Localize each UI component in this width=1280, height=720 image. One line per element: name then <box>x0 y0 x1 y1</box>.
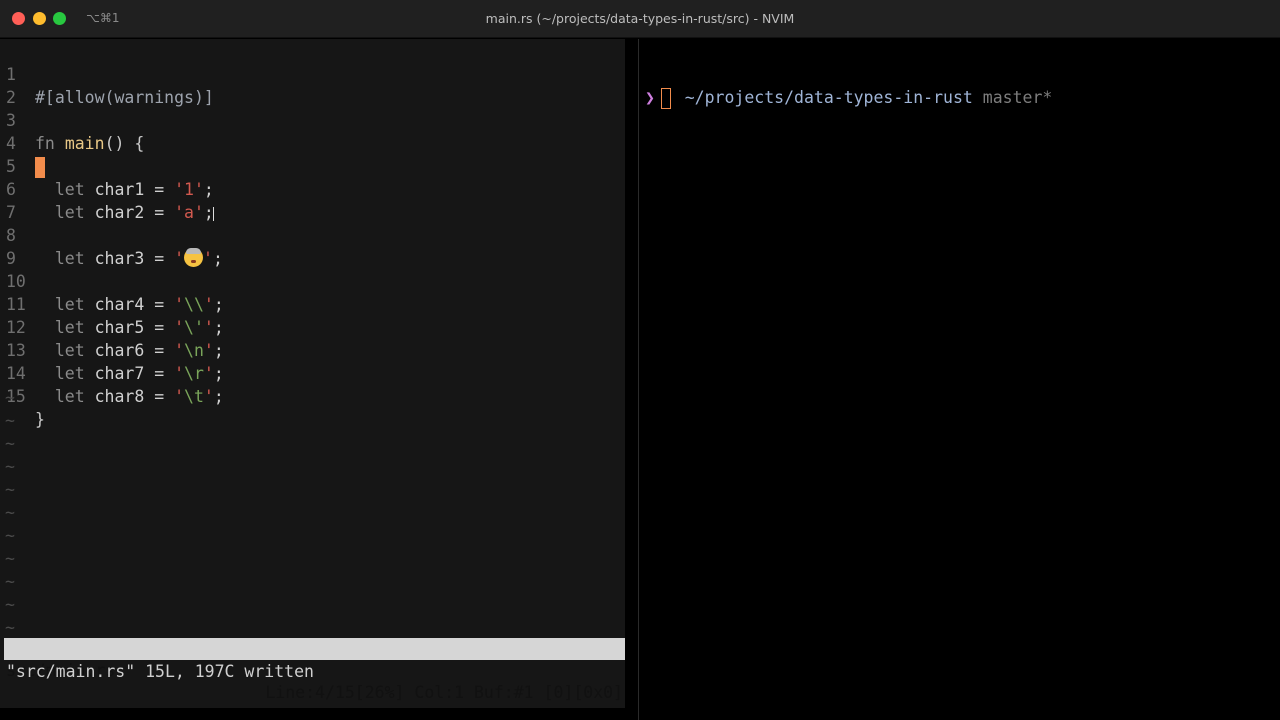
editor-pane[interactable]: 1 #[allow(warnings)] 2 3 fn main() { 4 5… <box>0 39 625 708</box>
mouse-ibeam-cursor-icon <box>211 207 217 221</box>
empty-line-tilde: ~ <box>5 480 15 499</box>
code-line[interactable]: 15 } <box>0 362 625 429</box>
empty-line-tilde: ~ <box>5 526 15 545</box>
status-position: Line:4/15[26%] Col:1 Buf:#1 [0][0x0] <box>265 683 623 702</box>
code-text: } <box>35 410 45 429</box>
code-line[interactable]: 14 let char8 = '\t'; <box>0 339 625 406</box>
code-line[interactable]: 5 let char1 = '1'; <box>0 132 625 199</box>
code-line[interactable]: 12 let char6 = '\n'; <box>0 293 625 360</box>
code-line[interactable]: 10 let char4 = '\\'; <box>0 247 625 314</box>
window-title: main.rs (~/projects/data-types-in-rust/s… <box>485 11 795 26</box>
empty-line-tilde: ~ <box>5 572 15 591</box>
git-branch: master* <box>982 88 1053 107</box>
empty-line-tilde: ~ <box>5 388 15 407</box>
code-line[interactable]: 2 <box>0 63 625 107</box>
code-line[interactable]: 6 let char2 = 'a'; <box>0 155 625 222</box>
vim-command-line[interactable]: "src/main.rs" 15L, 197C written <box>6 661 314 683</box>
terminal-input-line[interactable]: ❯ <box>645 86 671 109</box>
code-line[interactable]: 1 #[allow(warnings)] <box>0 40 625 107</box>
empty-line-tilde: ~ <box>5 595 15 614</box>
empty-line-tilde: ~ <box>5 411 15 430</box>
empty-line-tilde: ~ <box>5 434 15 453</box>
empty-line-tilde: ~ <box>5 457 15 476</box>
terminal-prompt-info: ~/projects/data-types-in-rust master* <box>645 63 1053 132</box>
terminal-cursor <box>660 88 671 109</box>
empty-line-tilde: ~ <box>5 503 15 522</box>
code-line[interactable]: 4 <box>0 109 625 178</box>
code-line[interactable]: 13 let char7 = '\r'; <box>0 316 625 383</box>
terminal-pane[interactable]: ~/projects/data-types-in-rust master* ❯ <box>639 39 1280 720</box>
window-titlebar: ⌥⌘1 main.rs (~/projects/data-types-in-ru… <box>0 0 1280 38</box>
code-line[interactable]: 9 <box>0 224 625 268</box>
prompt-arrow-icon: ❯ <box>645 88 655 107</box>
empty-line-tilde: ~ <box>5 549 15 568</box>
code-line[interactable]: 3 fn main() { <box>0 86 625 153</box>
vim-statusline: src/main.rs Line:4/15[26%] Col:1 Buf:#1 … <box>4 638 625 702</box>
terminal-path: ~/projects/data-types-in-rust <box>684 88 973 107</box>
code-line[interactable]: 8 let char3 = ' '; <box>0 201 625 268</box>
empty-line-tilde: ~ <box>5 618 15 637</box>
code-text: let char8 = '\t'; <box>54 387 224 406</box>
code-line[interactable]: 11 let char5 = '\''; <box>0 270 625 337</box>
code-line[interactable]: 7 <box>0 178 625 222</box>
